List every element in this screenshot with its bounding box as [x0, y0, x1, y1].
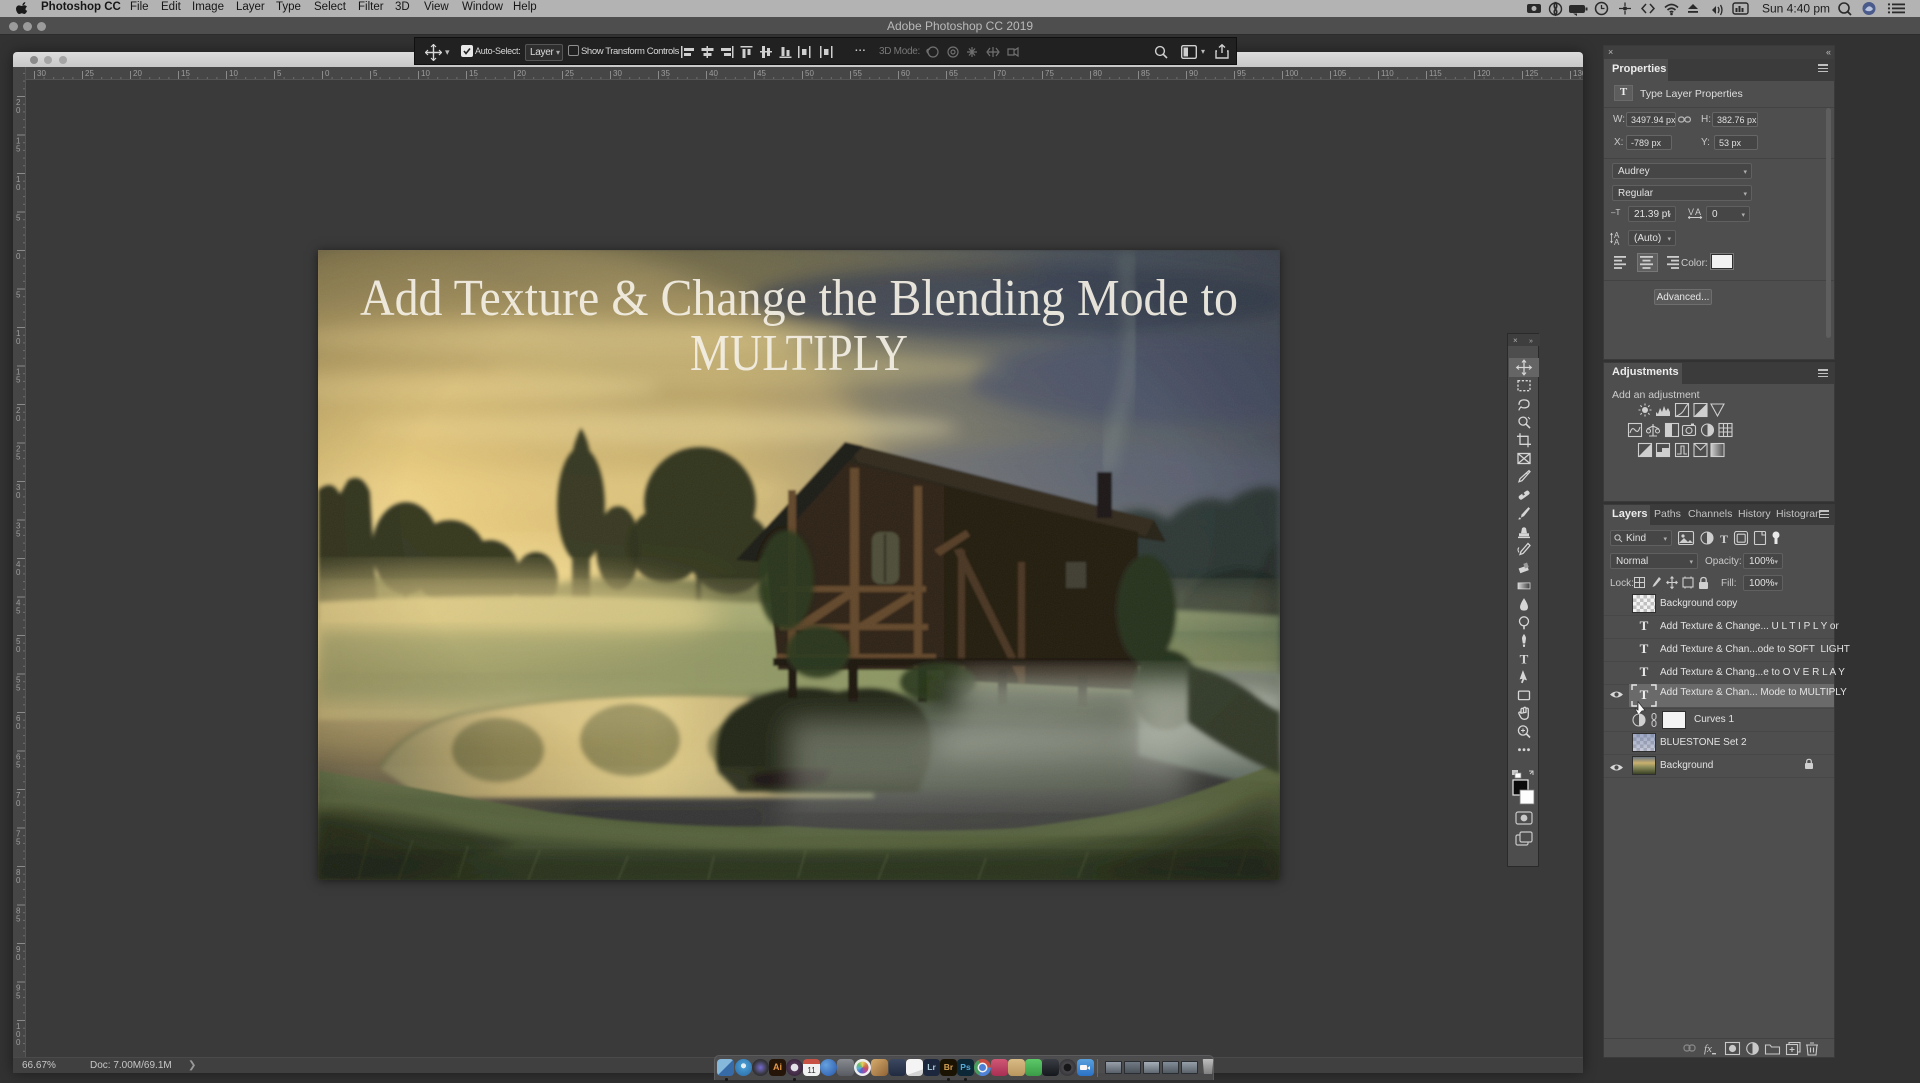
svg-text:0: 0 — [16, 252, 21, 261]
svg-text:15: 15 — [469, 69, 478, 78]
svg-text:MULTIPLY: MULTIPLY — [690, 325, 908, 382]
svg-text:125: 125 — [1525, 69, 1539, 78]
svg-text:0: 0 — [16, 953, 21, 962]
svg-text:5: 5 — [16, 291, 21, 300]
svg-text:0: 0 — [16, 722, 21, 731]
svg-text:×: × — [1513, 336, 1518, 345]
svg-text:0: 0 — [16, 799, 21, 808]
svg-text:130: 130 — [1573, 69, 1583, 78]
svg-text:115: 115 — [1429, 69, 1442, 78]
svg-text:95: 95 — [1237, 69, 1246, 78]
svg-text:55: 55 — [853, 69, 862, 78]
svg-text:A: A — [1695, 207, 1701, 217]
svg-text:20: 20 — [133, 69, 142, 78]
svg-text:70: 70 — [997, 69, 1006, 78]
svg-text:0: 0 — [16, 1038, 21, 1047]
svg-text:105: 105 — [1333, 69, 1347, 78]
svg-text:10: 10 — [421, 69, 430, 78]
svg-text:0: 0 — [325, 69, 330, 78]
svg-text:30: 30 — [37, 69, 46, 78]
svg-text:30: 30 — [613, 69, 622, 78]
svg-text:T: T — [1520, 652, 1529, 667]
svg-text:0: 0 — [16, 337, 21, 346]
svg-text:Add Texture & Change the Blend: Add Texture & Change the Blending Mode t… — [360, 270, 1238, 327]
svg-text:10: 10 — [229, 69, 238, 78]
svg-text:25: 25 — [565, 69, 574, 78]
svg-text:20: 20 — [517, 69, 526, 78]
svg-text:120: 120 — [1477, 69, 1491, 78]
svg-text:25: 25 — [85, 69, 94, 78]
svg-text:5: 5 — [373, 69, 378, 78]
svg-text:5: 5 — [16, 992, 21, 1001]
svg-text:fx: fx — [1704, 1043, 1712, 1055]
svg-text:110: 110 — [1381, 69, 1394, 78]
svg-text:50: 50 — [805, 69, 814, 78]
svg-text:45: 45 — [757, 69, 766, 78]
svg-text:5: 5 — [16, 453, 21, 462]
svg-text:0: 0 — [16, 414, 21, 423]
svg-text:5: 5 — [16, 915, 21, 924]
svg-text:5: 5 — [16, 214, 21, 223]
svg-text:T: T — [1720, 532, 1728, 546]
svg-text:0: 0 — [16, 183, 21, 192]
svg-text:100: 100 — [1285, 69, 1299, 78]
svg-text:5: 5 — [16, 684, 21, 693]
svg-text:5: 5 — [16, 761, 21, 770]
svg-text:15: 15 — [181, 69, 190, 78]
svg-text:5: 5 — [277, 69, 282, 78]
svg-text:5: 5 — [16, 376, 21, 385]
svg-text:0: 0 — [16, 876, 21, 885]
svg-text:35: 35 — [661, 69, 670, 78]
svg-text:0: 0 — [16, 645, 21, 654]
svg-text:65: 65 — [949, 69, 958, 78]
svg-text:»: » — [1529, 338, 1533, 345]
svg-text:80: 80 — [1093, 69, 1102, 78]
svg-text:90: 90 — [1189, 69, 1198, 78]
svg-text:5: 5 — [16, 838, 21, 847]
svg-text:5: 5 — [16, 530, 21, 539]
svg-text:0: 0 — [16, 106, 21, 115]
svg-text:5: 5 — [16, 607, 21, 616]
svg-text:85: 85 — [1141, 69, 1150, 78]
svg-text:0: 0 — [16, 491, 21, 500]
svg-text:60: 60 — [901, 69, 910, 78]
svg-text:40: 40 — [709, 69, 718, 78]
svg-text:A: A — [1614, 238, 1620, 245]
svg-text:75: 75 — [1045, 69, 1054, 78]
svg-text:0: 0 — [16, 568, 21, 577]
svg-text:Sun 4:40 pm: Sun 4:40 pm — [1762, 2, 1830, 16]
svg-text:5: 5 — [16, 145, 21, 154]
svg-text:V: V — [1688, 207, 1694, 217]
